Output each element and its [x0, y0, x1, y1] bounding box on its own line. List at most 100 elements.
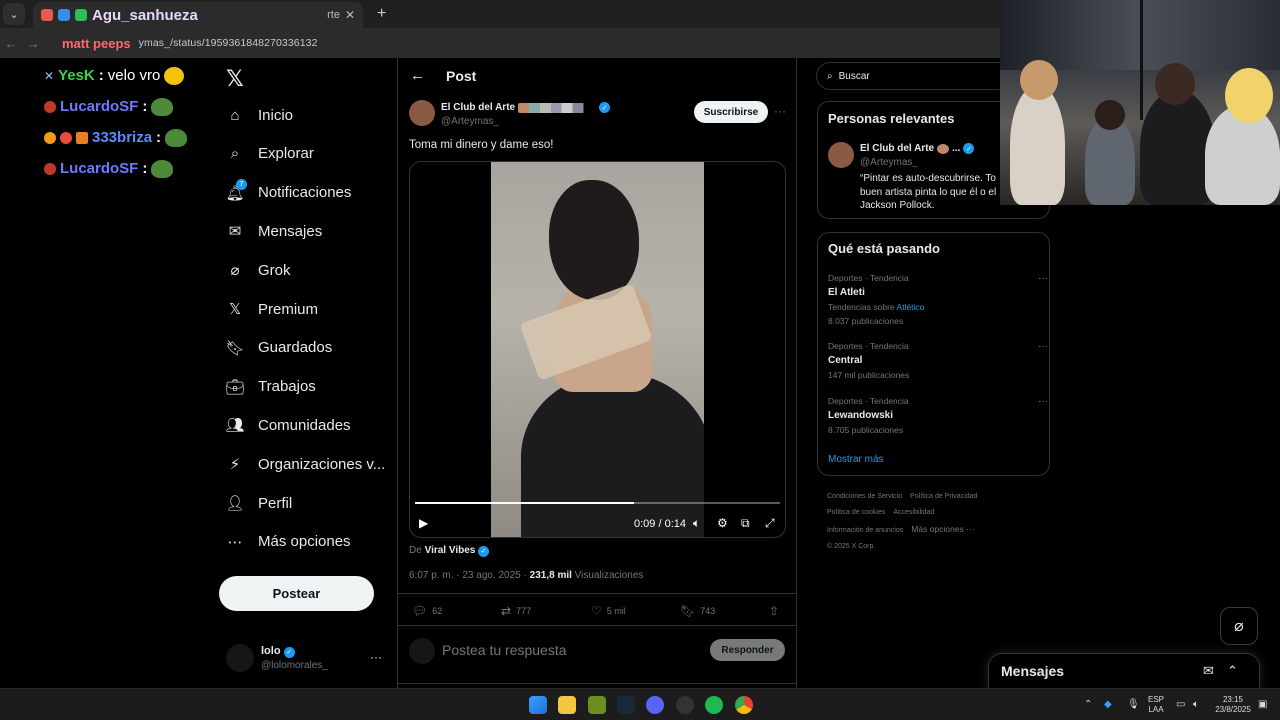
back-icon[interactable]: ← — [0, 36, 22, 51]
video-frame — [491, 162, 704, 537]
chrome-icon[interactable] — [735, 696, 753, 714]
footer-link[interactable]: Información de anuncios — [827, 527, 903, 534]
sidebar-item-label: Inicio — [258, 106, 294, 124]
notification-icon[interactable]: ▣ — [1258, 699, 1267, 710]
share-icon: ⇧ — [769, 604, 780, 618]
sidebar-item-trabajos[interactable]: 💼︎ Trabajos — [225, 378, 315, 396]
relevant-user-handle[interactable]: @Arteymas_ — [860, 157, 918, 168]
author-name[interactable]: El Club del Arte ✓ — [441, 102, 611, 113]
file-explorer-icon[interactable] — [558, 696, 576, 714]
author-handle[interactable]: @Arteymas_ — [441, 116, 499, 127]
sidebar-item-inicio[interactable]: ⌂ Inicio — [226, 106, 293, 124]
back-arrow-icon[interactable]: ← — [410, 67, 425, 84]
more-icon[interactable]: ··· — [1038, 273, 1048, 284]
more-icon[interactable]: ··· — [774, 104, 786, 118]
play-icon[interactable]: ▶ — [419, 516, 428, 530]
settings-icon[interactable]: ⚙ — [717, 516, 728, 530]
badge-icon — [44, 100, 56, 113]
sidebar-item-notificaciones[interactable]: 🔔︎ 7 Notificaciones — [225, 178, 351, 202]
search-input[interactable]: ⌕ Buscar — [816, 62, 1000, 90]
mail-icon: ✉ — [228, 223, 242, 241]
show-more-link[interactable]: Mostrar más — [828, 454, 884, 465]
post-button[interactable]: Postear — [219, 576, 374, 611]
badge-icon — [60, 131, 72, 144]
mic-icon[interactable]: 🎙︎ — [1127, 699, 1140, 710]
expand-icon[interactable]: ⌃ — [1227, 663, 1238, 679]
repost-button[interactable]: ⇄ 777 — [501, 604, 531, 618]
sidebar-item-más-opciones[interactable]: ⋯ Más opciones — [226, 533, 351, 551]
language-indicator[interactable]: ESP LAA — [1148, 695, 1164, 715]
app-icon[interactable] — [588, 696, 606, 714]
url-field[interactable]: ymas_/status/1959361848270336132 — [139, 37, 318, 49]
grok-button[interactable]: ⌀ — [1220, 607, 1258, 645]
pepe-emote-icon — [165, 128, 188, 147]
footer-link[interactable]: Política de Privacidad — [910, 493, 977, 500]
close-tab-icon[interactable]: ✕ — [345, 8, 355, 22]
footer-link[interactable]: Accesibilidad — [893, 509, 934, 516]
taskbar: ⌃ ◆ 🎙︎ ESP LAA ▭ 🔈︎ 23:15 23/8/2025 ▣ — [0, 688, 1280, 720]
avatar[interactable] — [409, 100, 435, 126]
chat-text: velo vro — [107, 67, 161, 84]
security-icon[interactable]: ◆ — [1104, 699, 1112, 710]
sidebar-item-guardados[interactable]: 🔖︎ Guardados — [225, 339, 332, 357]
start-icon[interactable] — [529, 696, 547, 714]
sidebar-item-grok[interactable]: ⌀ Grok — [226, 261, 290, 280]
bookmark-button[interactable]: 🔖︎ 743 — [680, 604, 715, 618]
more-icon[interactable]: ··· — [1038, 341, 1048, 352]
divider — [398, 625, 797, 626]
trend-link[interactable]: Atlético — [897, 302, 925, 312]
footer-link[interactable]: Condiciones de Servicio — [827, 493, 902, 500]
tray-overflow-icon[interactable]: ⌃ — [1084, 699, 1092, 710]
divider — [398, 683, 797, 684]
reply-submit-button[interactable]: Responder — [710, 639, 785, 661]
sidebar-item-organizaciones-v[interactable]: ⚡︎ Organizaciones v... — [226, 455, 386, 474]
sidebar-item-explorar[interactable]: ⌕ Explorar — [226, 145, 314, 163]
trend-item[interactable]: Deportes · Tendencia Central 147 mil pub… — [828, 341, 1048, 380]
app-icon[interactable] — [676, 696, 694, 714]
forward-icon[interactable]: → — [22, 36, 44, 51]
account-switcher[interactable]: lolo ✓ @lolomorales_ ··· — [226, 642, 386, 676]
discord-icon[interactable] — [646, 696, 664, 714]
attribution-link[interactable]: Viral Vibes — [425, 545, 476, 556]
reply-input[interactable]: Postea tu respuesta — [442, 642, 567, 658]
steam-icon[interactable] — [617, 696, 635, 714]
video-progress-bar[interactable] — [415, 502, 780, 504]
volume-icon[interactable]: 🔈︎ — [693, 516, 700, 531]
relevant-user-name[interactable]: El Club del Arte... ✓ — [860, 143, 975, 154]
tab-search-button[interactable]: ⌄ — [3, 3, 25, 25]
reply-button[interactable]: 💬︎ 62 — [412, 604, 442, 618]
volume-icon[interactable]: 🔈︎ — [1193, 699, 1199, 710]
spotify-icon[interactable] — [705, 696, 723, 714]
network-icon[interactable]: ▭ — [1176, 699, 1185, 710]
trend-item[interactable]: Deportes · Tendencia El Atleti Tendencia… — [828, 273, 1048, 326]
footer-link[interactable]: Política de cookies — [827, 509, 885, 516]
pip-icon[interactable]: ⧉ — [741, 516, 750, 531]
messages-drawer[interactable]: Mensajes ✉ ⌃ — [988, 653, 1260, 689]
sidebar-item-comunidades[interactable]: 👥︎ Comunidades — [225, 416, 350, 435]
video-player[interactable]: ▶ 0:09 / 0:14 🔈︎ ⚙ ⧉ ⤢ — [409, 161, 786, 538]
relevant-user-bio: “Pintar es auto-descubrirse. To buen art… — [860, 173, 997, 211]
sidebar-item-mensajes[interactable]: ✉ Mensajes — [226, 222, 323, 241]
like-button[interactable]: ♡ 5 mil — [591, 604, 626, 618]
sidebar-item-label: Premium — [258, 300, 319, 318]
fullscreen-icon[interactable]: ⤢ — [765, 516, 775, 531]
more-icon[interactable]: ··· — [370, 650, 382, 664]
footer-link[interactable]: Más opciones ··· — [911, 524, 974, 534]
trend-item[interactable]: Deportes · Tendencia Lewandowski 8.705 p… — [828, 396, 1048, 435]
sidebar-item-premium[interactable]: 𝕏 Premium — [226, 300, 319, 319]
sidebar-item-perfil[interactable]: 👤︎ Perfil — [225, 494, 292, 513]
share-button[interactable]: ⇧ — [769, 604, 779, 618]
copyright: © 2025 X Corp. — [827, 543, 876, 550]
subscribe-button[interactable]: Suscribirse — [694, 101, 768, 123]
tab-title-suffix: rte — [327, 9, 340, 21]
more-icon[interactable]: ··· — [1038, 396, 1048, 407]
new-tab-button[interactable]: + — [377, 5, 386, 23]
verified-icon: ✓ — [283, 646, 295, 658]
trend-posts: 147 mil publicaciones — [828, 370, 910, 380]
browser-tab[interactable]: Agu_sanhueza rte ✕ — [33, 2, 363, 28]
clock[interactable]: 23:15 23/8/2025 — [1212, 695, 1254, 715]
avatar[interactable] — [828, 142, 854, 168]
chat-message: LucardoSF: — [44, 153, 204, 184]
x-logo-icon[interactable]: 𝕏 — [226, 66, 244, 92]
new-message-icon[interactable]: ✉ — [1203, 663, 1214, 679]
